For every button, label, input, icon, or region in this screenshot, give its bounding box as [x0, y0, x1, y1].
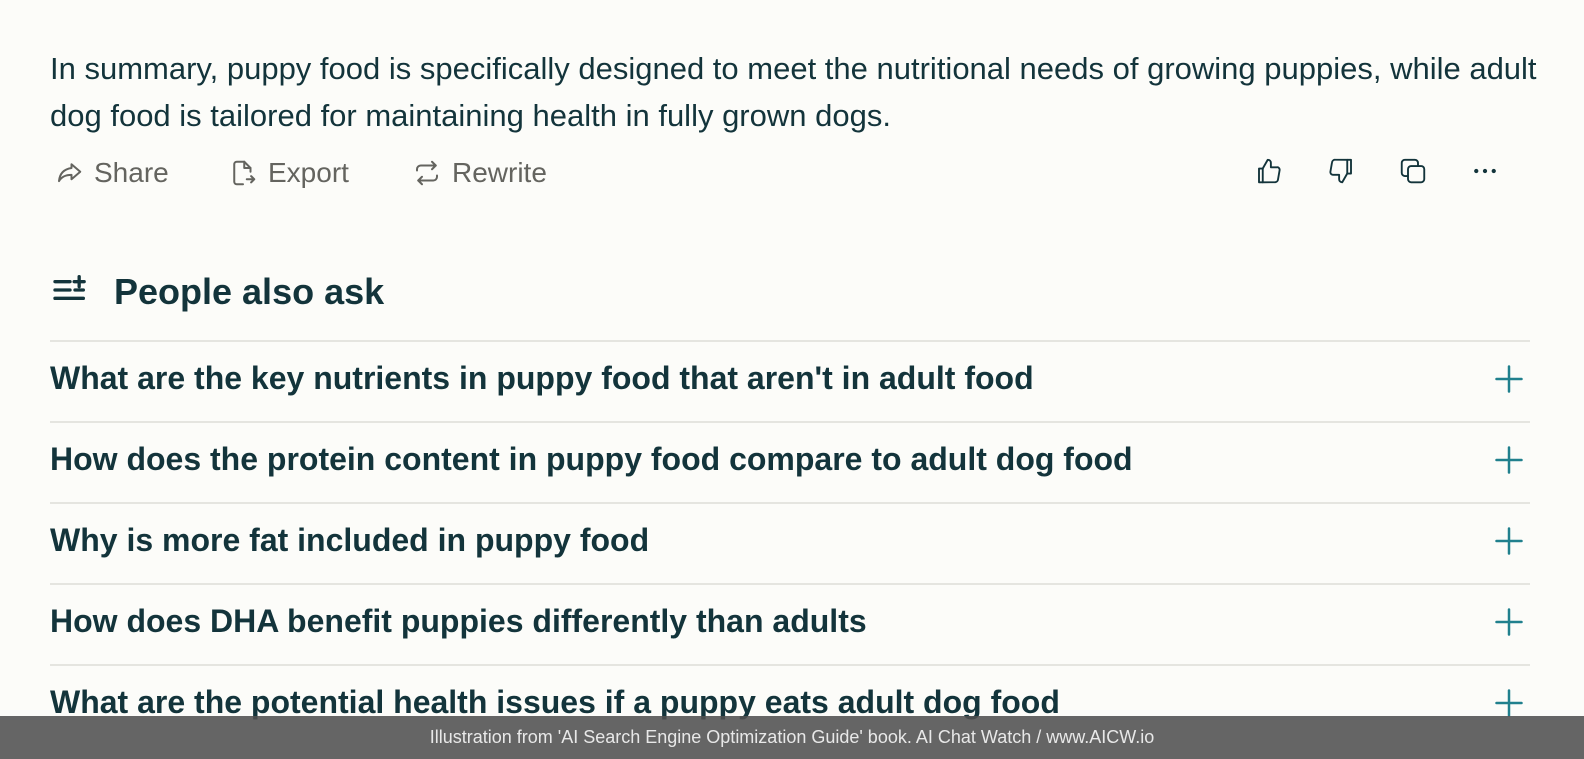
export-button[interactable]: Export [228, 150, 349, 196]
related-question-text: How does DHA benefit puppies differently… [50, 603, 867, 639]
related-question-text: How does the protein content in puppy fo… [50, 441, 1133, 477]
export-icon [228, 158, 258, 188]
expand-plus-icon[interactable] [1494, 688, 1524, 718]
share-label: Share [94, 157, 169, 188]
rewrite-button[interactable]: Rewrite [412, 150, 547, 196]
related-question-item[interactable]: What are the key nutrients in puppy food… [50, 340, 1530, 421]
people-also-ask-header: People also ask [50, 268, 384, 316]
expand-plus-icon[interactable] [1494, 445, 1524, 475]
expand-plus-icon[interactable] [1494, 526, 1524, 556]
more-options-button[interactable] [1466, 154, 1504, 192]
related-question-text: What are the key nutrients in puppy food… [50, 360, 1034, 396]
more-icon [1470, 156, 1500, 191]
answer-page: In summary, puppy food is specifically d… [0, 0, 1584, 759]
copy-icon [1398, 156, 1428, 191]
people-also-ask-title: People also ask [114, 271, 385, 312]
people-also-ask-list: What are the key nutrients in puppy food… [50, 340, 1530, 745]
related-question-item[interactable]: Why is more fat included in puppy food [50, 502, 1530, 583]
thumbs-down-icon [1326, 156, 1356, 191]
rewrite-label: Rewrite [452, 157, 547, 188]
rewrite-icon [412, 158, 442, 188]
related-question-item[interactable]: How does DHA benefit puppies differently… [50, 583, 1530, 664]
copy-button[interactable] [1394, 154, 1432, 192]
export-label: Export [268, 157, 349, 188]
expand-plus-icon[interactable] [1494, 364, 1524, 394]
related-question-text: Why is more fat included in puppy food [50, 522, 650, 558]
related-question-item[interactable]: How does the protein content in puppy fo… [50, 421, 1530, 502]
thumbs-down-button[interactable] [1322, 154, 1360, 192]
thumbs-up-icon [1254, 156, 1284, 191]
answer-action-bar: Share Export Rewrite [50, 150, 1520, 196]
expand-plus-icon[interactable] [1494, 607, 1524, 637]
thumbs-up-button[interactable] [1250, 154, 1288, 192]
answer-summary: In summary, puppy food is specifically d… [50, 51, 1537, 133]
share-button[interactable]: Share [54, 150, 169, 196]
share-icon [54, 158, 84, 188]
list-plus-icon [50, 270, 90, 315]
attribution-banner: Illustration from 'AI Search Engine Opti… [0, 716, 1584, 759]
